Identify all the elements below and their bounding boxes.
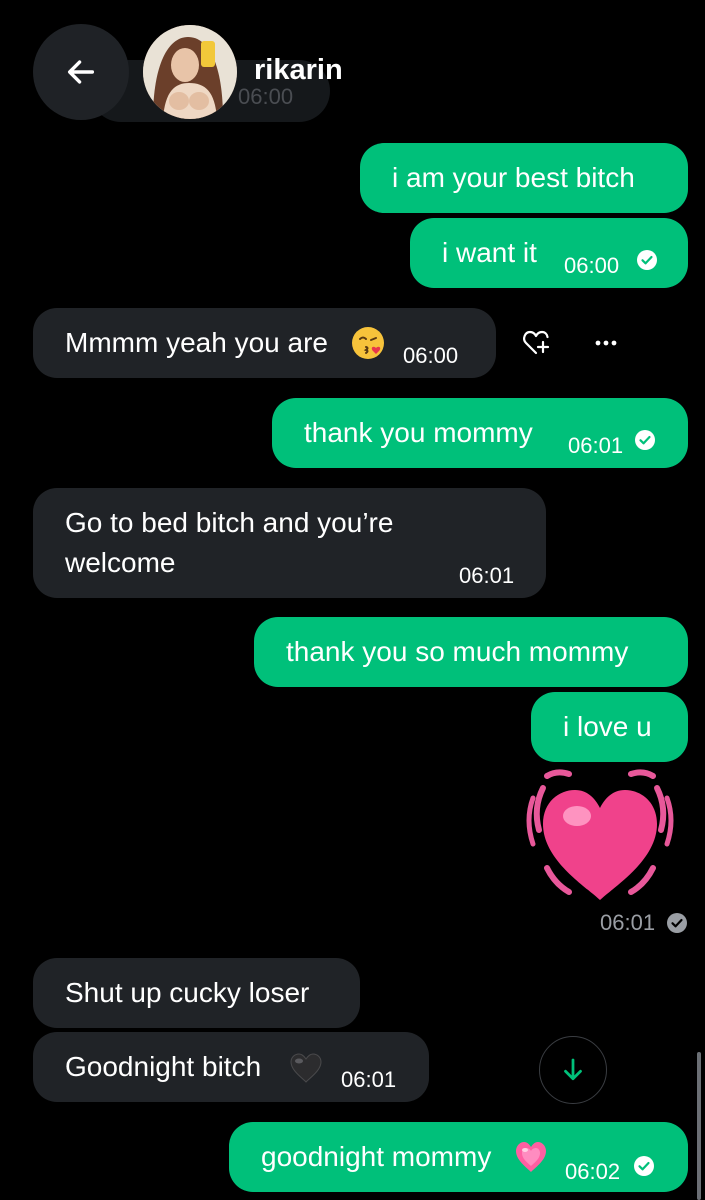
message-bubble-outgoing[interactable]: goodnight mommy 06:02 <box>229 1122 688 1192</box>
message-bubble-outgoing[interactable]: i want it 06:00 <box>410 218 688 288</box>
chat-username[interactable]: rikarin <box>254 54 343 87</box>
beating-heart-emoji <box>526 769 674 900</box>
scroll-to-bottom-button[interactable] <box>539 1036 607 1104</box>
message-time: 06:01 <box>568 433 624 458</box>
message-bubble-incoming[interactable]: Goodnight bitch 06:01 <box>33 1032 429 1102</box>
message-bubble-outgoing[interactable]: thank you mommy 06:01 <box>272 398 688 468</box>
heart-plus-icon[interactable] <box>521 328 551 358</box>
message-text: thank you so much mommy <box>286 636 629 667</box>
message-text: Mmmm yeah you are <box>65 327 328 358</box>
message-time: 06:00 <box>403 343 459 368</box>
read-check-icon <box>634 1156 654 1176</box>
message-text: Shut up cucky loser <box>65 977 310 1008</box>
avatar[interactable] <box>143 25 237 119</box>
read-check-icon <box>635 430 655 450</box>
growing-heart-emoji <box>516 1142 546 1172</box>
sticker-message[interactable]: 06:01 <box>522 768 688 938</box>
message-text: goodnight mommy <box>261 1141 492 1172</box>
message-text-line-1: Go to bed bitch and you’re <box>65 507 394 538</box>
back-button[interactable] <box>33 24 129 120</box>
message-time: 06:02 <box>565 1159 621 1184</box>
message-text-line-2: welcome <box>65 547 176 578</box>
message-bubble-incoming[interactable]: Go to bed bitch and you’re welcome 06:01 <box>33 488 546 598</box>
chat-header: 06:00 rikarin <box>0 0 705 140</box>
message-text: i want it <box>442 237 537 268</box>
message-bubble-outgoing[interactable]: thank you so much mommy <box>254 617 688 687</box>
message-bubble-outgoing[interactable]: i love u <box>531 692 688 762</box>
message-bubble-incoming[interactable]: Shut up cucky loser <box>33 958 360 1028</box>
read-check-icon <box>637 250 657 270</box>
scrollbar[interactable] <box>697 1052 701 1200</box>
faded-timestamp: 06:00 <box>238 84 294 109</box>
message-text: Goodnight bitch <box>65 1051 262 1082</box>
read-check-icon <box>667 913 687 933</box>
message-bubble-incoming[interactable]: Mmmm yeah you are 06:00 <box>33 308 496 378</box>
black-heart-emoji <box>290 1053 322 1083</box>
message-text: i love u <box>563 711 652 742</box>
message-bubble-outgoing[interactable]: i am your best bitch <box>360 143 688 213</box>
message-time: 06:01 <box>600 910 656 935</box>
message-text: i am your best bitch <box>392 162 635 193</box>
arrow-down-icon <box>564 1058 582 1081</box>
message-text: thank you mommy <box>304 417 533 448</box>
kissing-face-emoji <box>352 327 384 359</box>
more-horizontal-icon[interactable] <box>591 328 621 358</box>
arrow-left-icon <box>67 60 95 84</box>
message-time: 06:00 <box>564 253 620 278</box>
message-time: 06:01 <box>459 563 515 588</box>
message-time: 06:01 <box>341 1067 397 1092</box>
